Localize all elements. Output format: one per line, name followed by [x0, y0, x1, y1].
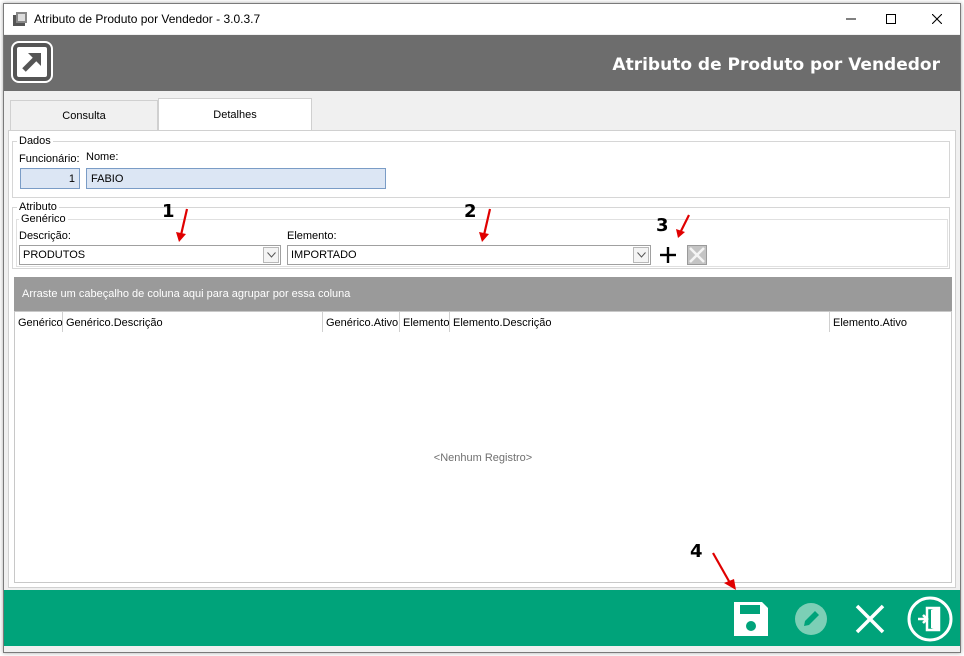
logo-arrow-icon — [13, 43, 51, 81]
column-header-elemento[interactable]: Elemento — [400, 312, 450, 332]
elemento-label: Elemento: — [287, 230, 337, 242]
delete-button[interactable] — [687, 245, 707, 265]
dados-legend: Dados — [17, 135, 53, 147]
cancel-icon — [855, 604, 885, 634]
funcionario-field[interactable]: 1 — [20, 168, 80, 189]
close-icon — [932, 14, 942, 24]
maximize-icon — [886, 14, 896, 24]
generico-legend: Genérico — [19, 213, 68, 225]
close-window-button[interactable] — [914, 4, 960, 34]
save-icon — [734, 602, 768, 636]
app-logo — [11, 41, 53, 83]
column-header-generico-ativo[interactable]: Genérico.Ativo — [323, 312, 400, 332]
edit-icon — [795, 603, 827, 635]
descricao-label: Descrição: — [19, 230, 71, 242]
app-window: Atributo de Produto por Vendedor - 3.0.3… — [3, 3, 961, 653]
nome-label: Nome: — [86, 151, 119, 163]
exit-button[interactable] — [906, 596, 954, 642]
cancel-button[interactable] — [849, 598, 891, 640]
descricao-value: PRODUTOS — [23, 249, 86, 261]
annotation-arrow-3 — [676, 214, 690, 238]
annotation-3: 3 — [656, 215, 669, 236]
column-header-elemento-ativo[interactable]: Elemento.Ativo — [830, 312, 951, 332]
funcionario-label: Funcionário: — [19, 153, 80, 165]
annotation-arrow-4 — [712, 552, 736, 590]
annotation-4: 4 — [690, 541, 703, 562]
column-header-generico[interactable]: Genérico — [15, 312, 63, 332]
edit-button[interactable] — [790, 598, 832, 640]
annotation-2: 2 — [464, 201, 477, 222]
title-bar: Atributo de Produto por Vendedor - 3.0.3… — [4, 4, 960, 34]
tab-consulta[interactable]: Consulta — [10, 100, 158, 131]
nome-field[interactable]: FABIO — [86, 168, 386, 189]
minimize-icon — [846, 18, 856, 20]
exit-icon — [907, 596, 953, 642]
window-title: Atributo de Produto por Vendedor - 3.0.3… — [34, 12, 261, 26]
banner-title: Atributo de Produto por Vendedor — [612, 55, 940, 75]
chevron-down-icon — [266, 252, 276, 258]
group-by-bar[interactable]: Arraste um cabeçalho de coluna aqui para… — [14, 277, 952, 311]
app-icon — [13, 12, 27, 26]
descricao-dropdown-button[interactable] — [263, 247, 279, 263]
maximize-button[interactable] — [868, 4, 914, 34]
elemento-dropdown-button[interactable] — [633, 247, 649, 263]
descricao-combo[interactable]: PRODUTOS — [19, 245, 281, 265]
tab-detalhes[interactable]: Detalhes — [158, 98, 312, 131]
empty-grid-message: <Nenhum Registro> — [433, 452, 533, 464]
annotation-1: 1 — [162, 201, 175, 222]
delete-icon — [687, 245, 707, 265]
atributo-legend: Atributo — [17, 201, 59, 213]
save-button[interactable] — [730, 598, 772, 640]
add-icon — [660, 247, 676, 263]
annotation-arrow-2 — [479, 208, 492, 242]
results-grid: Genérico Genérico.Descrição Genérico.Ati… — [14, 311, 952, 583]
action-footer — [4, 590, 960, 646]
chevron-down-icon — [636, 252, 646, 258]
add-button[interactable] — [658, 245, 678, 265]
column-header-generico-descricao[interactable]: Genérico.Descrição — [63, 312, 323, 332]
annotation-arrow-1 — [176, 208, 189, 242]
column-header-elemento-descricao[interactable]: Elemento.Descrição — [450, 312, 830, 332]
header-banner: Atributo de Produto por Vendedor — [4, 35, 960, 91]
elemento-combo[interactable]: IMPORTADO — [287, 245, 651, 265]
elemento-value: IMPORTADO — [291, 249, 357, 261]
